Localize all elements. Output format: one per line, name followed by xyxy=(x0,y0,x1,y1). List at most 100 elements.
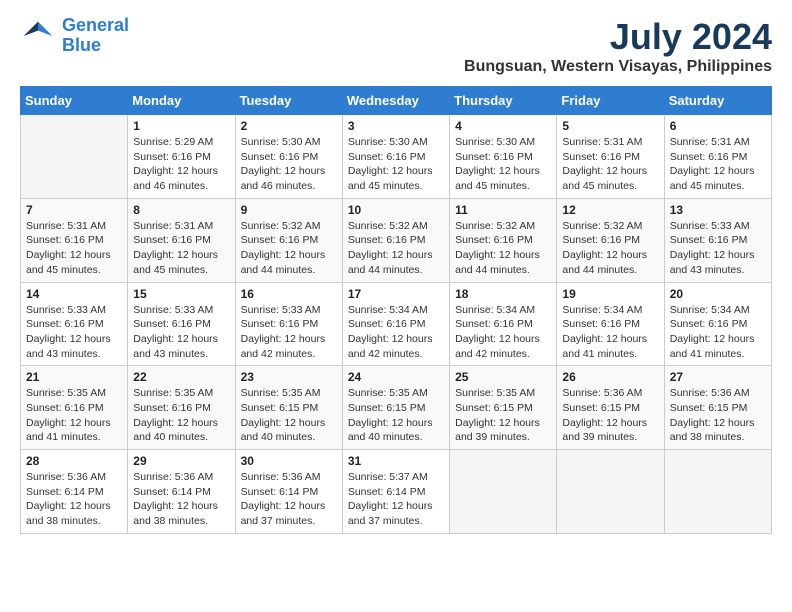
day-info: Sunrise: 5:35 AM Sunset: 6:15 PM Dayligh… xyxy=(241,386,337,445)
calendar-header-row: SundayMondayTuesdayWednesdayThursdayFrid… xyxy=(21,87,772,115)
day-number: 20 xyxy=(670,287,766,301)
day-info: Sunrise: 5:36 AM Sunset: 6:14 PM Dayligh… xyxy=(241,470,337,529)
calendar-cell: 29 Sunrise: 5:36 AM Sunset: 6:14 PM Dayli… xyxy=(128,450,235,534)
calendar-cell: 18Sunrise: 5:34 AM Sunset: 6:16 PM Dayli… xyxy=(450,282,557,366)
day-number: 31 xyxy=(348,454,444,468)
day-info: Sunrise: 5:35 AM Sunset: 6:16 PM Dayligh… xyxy=(26,386,122,445)
header: General Blue July 2024 Bungsuan, Western… xyxy=(20,16,772,76)
day-number: 5 xyxy=(562,119,658,133)
day-number: 22 xyxy=(133,370,229,384)
logo: General Blue xyxy=(20,16,129,56)
day-number: 19 xyxy=(562,287,658,301)
day-info: Sunrise: 5:33 AM Sunset: 6:16 PM Dayligh… xyxy=(241,303,337,362)
day-info: Sunrise: 5:34 AM Sunset: 6:16 PM Dayligh… xyxy=(670,303,766,362)
header-friday: Friday xyxy=(557,87,664,115)
calendar-week-1: 1Sunrise: 5:29 AM Sunset: 6:16 PM Daylig… xyxy=(21,115,772,199)
day-number: 15 xyxy=(133,287,229,301)
calendar-cell: 12 Sunrise: 5:32 AM Sunset: 6:16 PM Dayli… xyxy=(557,198,664,282)
calendar-week-4: 21 Sunrise: 5:35 AM Sunset: 6:16 PM Dayli… xyxy=(21,366,772,450)
calendar-cell: 8 Sunrise: 5:31 AM Sunset: 6:16 PM Daylig… xyxy=(128,198,235,282)
day-info: Sunrise: 5:35 AM Sunset: 6:15 PM Dayligh… xyxy=(348,386,444,445)
header-tuesday: Tuesday xyxy=(235,87,342,115)
day-number: 13 xyxy=(670,203,766,217)
day-info: Sunrise: 5:32 AM Sunset: 6:16 PM Dayligh… xyxy=(455,219,551,278)
calendar-cell xyxy=(557,450,664,534)
day-info: Sunrise: 5:35 AM Sunset: 6:16 PM Dayligh… xyxy=(133,386,229,445)
calendar-cell: 19 Sunrise: 5:34 AM Sunset: 6:16 PM Dayli… xyxy=(557,282,664,366)
day-info: Sunrise: 5:36 AM Sunset: 6:14 PM Dayligh… xyxy=(26,470,122,529)
calendar-cell: 27 Sunrise: 5:36 AM Sunset: 6:15 PM Dayli… xyxy=(664,366,771,450)
calendar-cell: 15 Sunrise: 5:33 AM Sunset: 6:16 PM Dayli… xyxy=(128,282,235,366)
calendar-cell: 20 Sunrise: 5:34 AM Sunset: 6:16 PM Dayli… xyxy=(664,282,771,366)
calendar-cell: 3Sunrise: 5:30 AM Sunset: 6:16 PM Daylig… xyxy=(342,115,449,199)
day-number: 23 xyxy=(241,370,337,384)
day-number: 4 xyxy=(455,119,551,133)
day-number: 3 xyxy=(348,119,444,133)
day-info: Sunrise: 5:32 AM Sunset: 6:16 PM Dayligh… xyxy=(562,219,658,278)
day-number: 12 xyxy=(562,203,658,217)
day-number: 21 xyxy=(26,370,122,384)
day-number: 7 xyxy=(26,203,122,217)
day-number: 17 xyxy=(348,287,444,301)
header-thursday: Thursday xyxy=(450,87,557,115)
day-number: 11 xyxy=(455,203,551,217)
day-info: Sunrise: 5:31 AM Sunset: 6:16 PM Dayligh… xyxy=(133,219,229,278)
calendar-cell: 11 Sunrise: 5:32 AM Sunset: 6:16 PM Dayli… xyxy=(450,198,557,282)
calendar-week-3: 14 Sunrise: 5:33 AM Sunset: 6:16 PM Dayli… xyxy=(21,282,772,366)
calendar-cell: 28 Sunrise: 5:36 AM Sunset: 6:14 PM Dayli… xyxy=(21,450,128,534)
calendar-cell: 25Sunrise: 5:35 AM Sunset: 6:15 PM Dayli… xyxy=(450,366,557,450)
logo-line2: Blue xyxy=(62,35,101,55)
day-number: 8 xyxy=(133,203,229,217)
day-info: Sunrise: 5:36 AM Sunset: 6:14 PM Dayligh… xyxy=(133,470,229,529)
day-number: 16 xyxy=(241,287,337,301)
calendar-cell: 16 Sunrise: 5:33 AM Sunset: 6:16 PM Dayli… xyxy=(235,282,342,366)
calendar-cell xyxy=(21,115,128,199)
day-info: Sunrise: 5:33 AM Sunset: 6:16 PM Dayligh… xyxy=(133,303,229,362)
day-info: Sunrise: 5:33 AM Sunset: 6:16 PM Dayligh… xyxy=(26,303,122,362)
calendar-cell: 4 Sunrise: 5:30 AM Sunset: 6:16 PM Daylig… xyxy=(450,115,557,199)
day-number: 1 xyxy=(133,119,229,133)
day-number: 9 xyxy=(241,203,337,217)
day-info: Sunrise: 5:31 AM Sunset: 6:16 PM Dayligh… xyxy=(670,135,766,194)
logo-icon xyxy=(20,18,56,54)
calendar-cell: 24 Sunrise: 5:35 AM Sunset: 6:15 PM Dayli… xyxy=(342,366,449,450)
location-title: Bungsuan, Western Visayas, Philippines xyxy=(464,58,772,76)
calendar-cell: 5 Sunrise: 5:31 AM Sunset: 6:16 PM Daylig… xyxy=(557,115,664,199)
calendar-cell: 26 Sunrise: 5:36 AM Sunset: 6:15 PM Dayli… xyxy=(557,366,664,450)
month-year-title: July 2024 xyxy=(464,16,772,58)
day-info: Sunrise: 5:32 AM Sunset: 6:16 PM Dayligh… xyxy=(348,219,444,278)
calendar-cell: 17 Sunrise: 5:34 AM Sunset: 6:16 PM Dayli… xyxy=(342,282,449,366)
logo-text: General Blue xyxy=(62,16,129,56)
header-monday: Monday xyxy=(128,87,235,115)
calendar-cell: 23 Sunrise: 5:35 AM Sunset: 6:15 PM Dayli… xyxy=(235,366,342,450)
day-info: Sunrise: 5:30 AM Sunset: 6:16 PM Dayligh… xyxy=(455,135,551,194)
day-number: 27 xyxy=(670,370,766,384)
header-saturday: Saturday xyxy=(664,87,771,115)
day-info: Sunrise: 5:31 AM Sunset: 6:16 PM Dayligh… xyxy=(562,135,658,194)
title-area: July 2024 Bungsuan, Western Visayas, Phi… xyxy=(464,16,772,76)
calendar-cell xyxy=(664,450,771,534)
day-number: 14 xyxy=(26,287,122,301)
calendar-table: SundayMondayTuesdayWednesdayThursdayFrid… xyxy=(20,86,772,534)
logo-line1: General xyxy=(62,15,129,35)
day-number: 18 xyxy=(455,287,551,301)
calendar-cell: 10 Sunrise: 5:32 AM Sunset: 6:16 PM Dayli… xyxy=(342,198,449,282)
day-number: 6 xyxy=(670,119,766,133)
day-info: Sunrise: 5:34 AM Sunset: 6:16 PM Dayligh… xyxy=(562,303,658,362)
calendar-cell: 22 Sunrise: 5:35 AM Sunset: 6:16 PM Dayli… xyxy=(128,366,235,450)
day-info: Sunrise: 5:36 AM Sunset: 6:15 PM Dayligh… xyxy=(670,386,766,445)
day-number: 29 xyxy=(133,454,229,468)
calendar-week-5: 28 Sunrise: 5:36 AM Sunset: 6:14 PM Dayli… xyxy=(21,450,772,534)
day-number: 2 xyxy=(241,119,337,133)
calendar-week-2: 7 Sunrise: 5:31 AM Sunset: 6:16 PM Daylig… xyxy=(21,198,772,282)
day-number: 26 xyxy=(562,370,658,384)
day-number: 30 xyxy=(241,454,337,468)
day-info: Sunrise: 5:34 AM Sunset: 6:16 PM Dayligh… xyxy=(348,303,444,362)
day-info: Sunrise: 5:36 AM Sunset: 6:15 PM Dayligh… xyxy=(562,386,658,445)
calendar-cell: 21 Sunrise: 5:35 AM Sunset: 6:16 PM Dayli… xyxy=(21,366,128,450)
day-number: 28 xyxy=(26,454,122,468)
day-info: Sunrise: 5:35 AM Sunset: 6:15 PM Dayligh… xyxy=(455,386,551,445)
day-number: 10 xyxy=(348,203,444,217)
calendar-cell xyxy=(450,450,557,534)
day-number: 24 xyxy=(348,370,444,384)
